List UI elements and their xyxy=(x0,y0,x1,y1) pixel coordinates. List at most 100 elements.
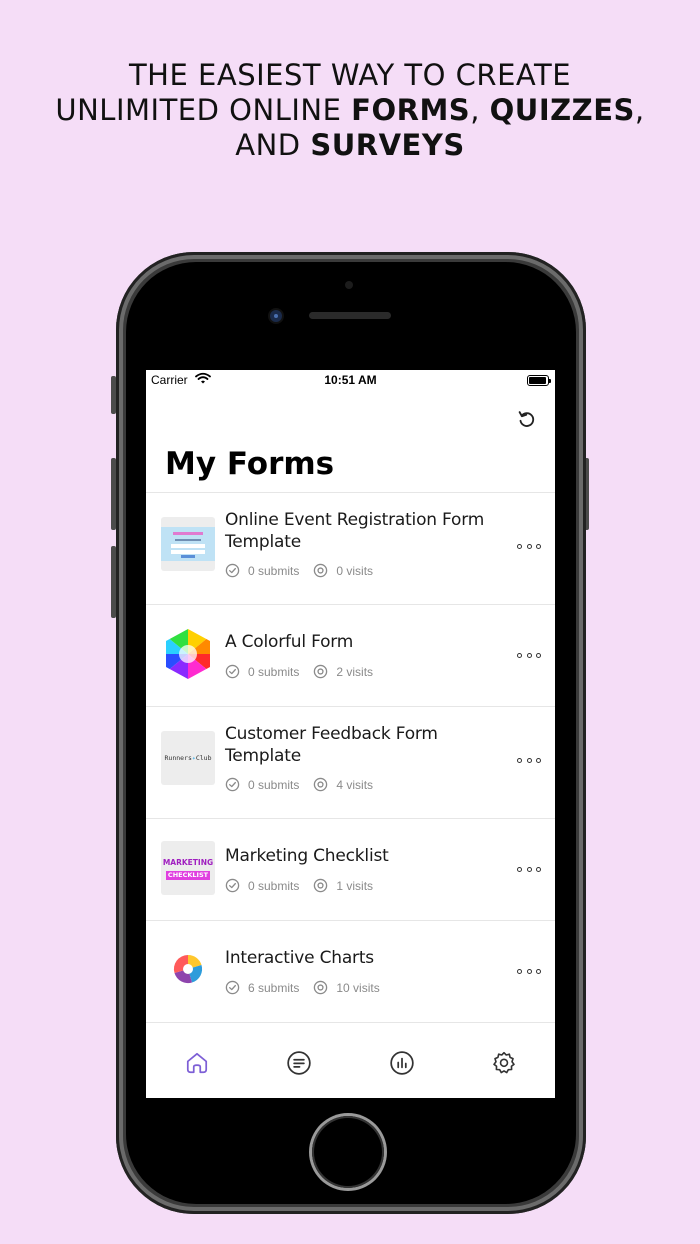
headline-line-2: UNLIMITED ONLINE FORMS, QUIZZES, xyxy=(0,93,700,128)
front-camera-icon xyxy=(270,310,282,322)
more-options-button[interactable] xyxy=(517,536,541,556)
tab-home[interactable] xyxy=(146,1028,248,1098)
headline-separator: , xyxy=(470,93,490,127)
form-thumbnail xyxy=(161,627,215,681)
headline-text: AND xyxy=(235,128,311,162)
more-dot xyxy=(536,757,541,763)
home-icon xyxy=(187,1052,208,1074)
status-bar: Carrier 10:51 AM xyxy=(146,370,555,392)
more-dot xyxy=(517,968,522,974)
more-dot xyxy=(517,543,522,549)
analytics-icon xyxy=(389,1051,414,1075)
visits-count: 4 visits xyxy=(336,777,374,792)
form-title: Marketing Checklist xyxy=(225,846,389,866)
eye-icon xyxy=(314,563,328,578)
eye-icon xyxy=(314,777,328,792)
form-thumbnail xyxy=(161,517,215,571)
more-dot xyxy=(536,543,541,549)
headline-bold-quizzes: QUIZZES xyxy=(489,93,635,127)
headline-bold-surveys: SURVEYS xyxy=(310,128,465,162)
thumbnail-text: CHECKLIST xyxy=(165,871,211,880)
check-circle-icon xyxy=(225,980,240,995)
proximity-sensor xyxy=(345,281,353,289)
form-list-item[interactable]: Interactive Charts 6 submits 10 visits xyxy=(146,921,555,1023)
form-stats: 0 submits 0 visits xyxy=(225,563,387,578)
pie-chart-thumbnail xyxy=(173,954,203,984)
app-screen: Carrier 10:51 AM My Forms Online Event R… xyxy=(146,370,555,1098)
more-options-button[interactable] xyxy=(517,645,541,665)
more-dot xyxy=(536,866,541,872)
more-dot xyxy=(526,866,532,872)
form-title: Interactive Charts xyxy=(225,948,374,968)
more-dot xyxy=(526,968,532,974)
more-dot xyxy=(517,866,522,872)
form-list-item[interactable]: Runners✦Club Customer Feedback Form Temp… xyxy=(146,707,555,819)
tab-forms[interactable] xyxy=(248,1028,350,1098)
submits-count: 0 submits xyxy=(248,664,300,679)
form-stats: 0 submits 1 visits xyxy=(225,878,387,893)
eye-icon xyxy=(314,878,328,893)
check-circle-icon xyxy=(225,664,240,679)
form-thumbnail: MARKETING CHECKLIST xyxy=(161,841,215,895)
form-thumbnail: Runners✦Club xyxy=(161,731,215,785)
status-time: 10:51 AM xyxy=(324,373,377,387)
more-dot xyxy=(526,543,532,549)
form-stats: 0 submits 2 visits xyxy=(225,664,387,679)
visits-count: 0 visits xyxy=(336,563,374,578)
form-list-item[interactable]: A Colorful Form 0 submits 2 visits xyxy=(146,605,555,707)
tab-settings[interactable] xyxy=(453,1028,555,1098)
more-options-button[interactable] xyxy=(517,859,541,879)
visits-count: 2 visits xyxy=(336,664,374,679)
event-registration-thumbnail xyxy=(161,527,215,561)
more-dot xyxy=(517,652,522,658)
more-dot xyxy=(536,968,541,974)
submits-count: 0 submits xyxy=(248,563,300,578)
more-dot xyxy=(536,652,541,658)
settings-icon xyxy=(493,1051,515,1074)
more-options-button[interactable] xyxy=(517,961,541,981)
thumbnail-text: Club xyxy=(195,754,212,762)
form-stats: 6 submits 10 visits xyxy=(225,980,394,995)
visits-count: 1 visits xyxy=(336,878,374,893)
forms-list-icon xyxy=(287,1051,312,1075)
tab-analytics[interactable] xyxy=(351,1028,453,1098)
headline-line-3: AND SURVEYS xyxy=(0,128,700,163)
form-thumbnail xyxy=(161,943,215,997)
more-dot xyxy=(526,757,532,763)
runners-club-thumbnail: Runners✦Club xyxy=(161,754,215,762)
form-title: Customer Feedback Form Template xyxy=(225,724,438,766)
headline: THE EASIEST WAY TO CREATE UNLIMITED ONLI… xyxy=(0,58,700,163)
form-stats: 0 submits 4 visits xyxy=(225,777,387,792)
earpiece-speaker xyxy=(309,312,391,319)
thumbnail-text: Runners xyxy=(164,754,192,762)
submits-count: 0 submits xyxy=(248,777,300,792)
check-circle-icon xyxy=(225,878,240,893)
headline-bold-forms: FORMS xyxy=(351,93,471,127)
page-title: My Forms xyxy=(165,446,335,482)
more-dot xyxy=(517,757,522,763)
check-circle-icon xyxy=(225,563,240,578)
visits-count: 10 visits xyxy=(336,980,380,995)
thumbnail-text: MARKETING xyxy=(162,858,214,867)
more-options-button[interactable] xyxy=(517,750,541,770)
refresh-icon[interactable] xyxy=(515,408,537,430)
marketing-checklist-thumbnail: MARKETING CHECKLIST xyxy=(161,858,215,880)
form-list-item[interactable]: MARKETING CHECKLIST Marketing Checklist … xyxy=(146,819,555,921)
battery-icon xyxy=(527,375,551,386)
forms-list: Online Event Registration Form Template … xyxy=(146,492,555,1023)
submits-count: 0 submits xyxy=(248,878,300,893)
eye-icon xyxy=(314,980,328,995)
form-list-item[interactable]: Online Event Registration Form Template … xyxy=(146,493,555,605)
tab-bar xyxy=(146,1028,555,1098)
headline-text: UNLIMITED ONLINE xyxy=(55,93,352,127)
headline-line-1: THE EASIEST WAY TO CREATE xyxy=(128,58,572,92)
more-dot xyxy=(526,652,532,658)
headline-comma: , xyxy=(634,93,645,127)
submits-count: 6 submits xyxy=(248,980,300,995)
home-button xyxy=(312,1116,384,1188)
eye-icon xyxy=(314,664,328,679)
form-title: A Colorful Form xyxy=(225,632,354,652)
check-circle-icon xyxy=(225,777,240,792)
form-title: Online Event Registration Form Template xyxy=(225,510,485,552)
color-hexagon-thumbnail xyxy=(166,629,210,679)
